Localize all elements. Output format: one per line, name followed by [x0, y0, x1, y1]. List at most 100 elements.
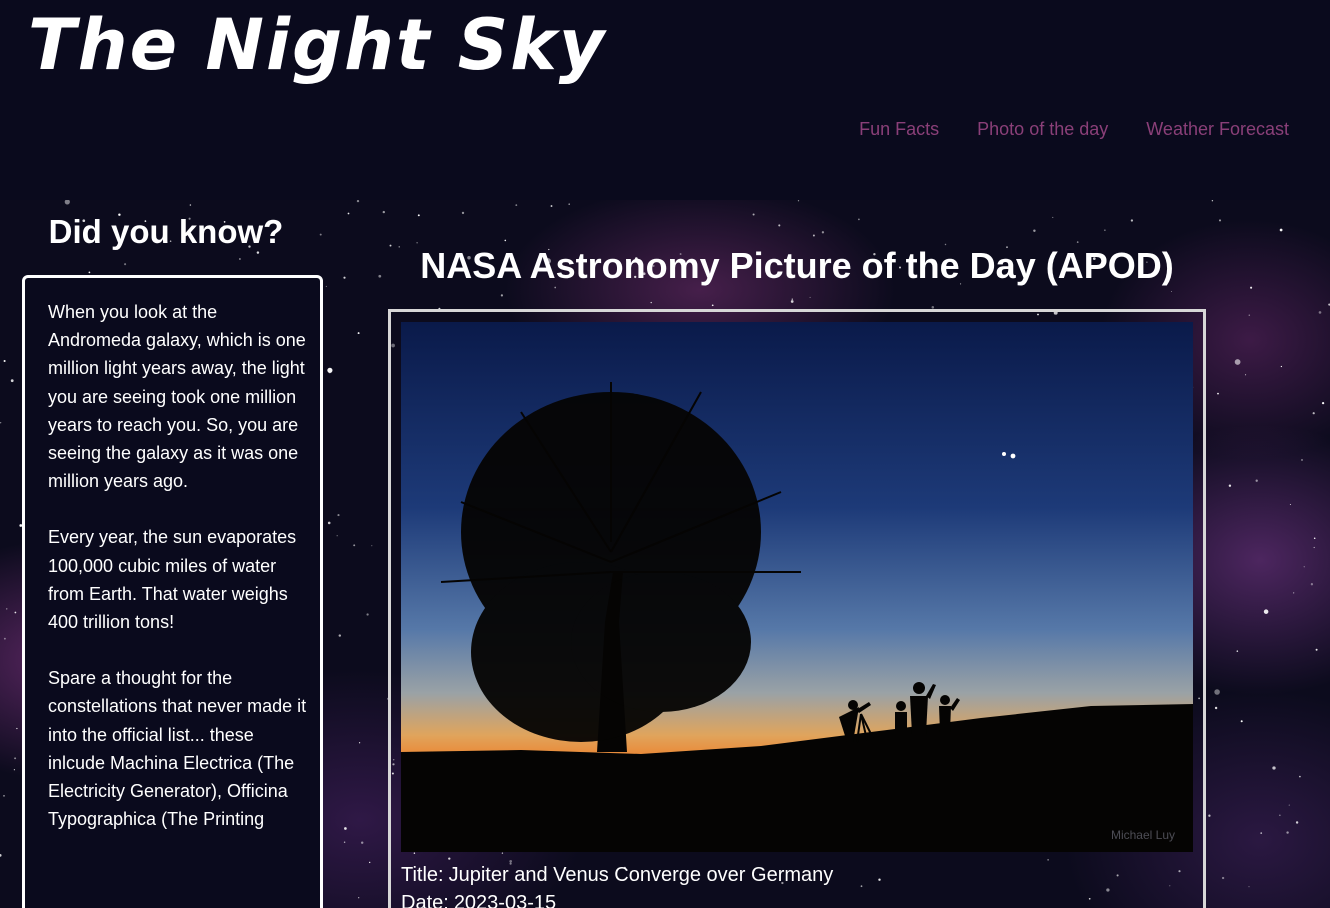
star [16, 727, 18, 730]
star [189, 204, 192, 206]
star [650, 301, 652, 304]
star [344, 827, 347, 830]
star [809, 296, 811, 298]
star [1228, 484, 1232, 487]
star [0, 854, 2, 857]
apod-photo: Michael Luy [401, 322, 1193, 852]
star [1170, 290, 1173, 293]
star [821, 231, 825, 234]
star [366, 613, 369, 616]
star [1303, 566, 1305, 568]
star [515, 204, 518, 206]
star [382, 210, 385, 214]
apod-date-value: 2023-03-15 [453, 892, 557, 908]
star [337, 514, 340, 517]
star [1310, 583, 1314, 586]
star [369, 861, 371, 864]
star [1299, 775, 1301, 778]
star [1279, 814, 1281, 816]
star [13, 769, 16, 771]
star [1076, 241, 1079, 243]
star [336, 535, 338, 537]
star [378, 274, 382, 278]
star [1248, 886, 1250, 888]
star [1288, 804, 1290, 806]
star [1255, 479, 1258, 482]
star [358, 897, 360, 899]
apod-heading: NASA Astronomy Picture of the Day (APOD) [420, 245, 1174, 286]
star [327, 521, 331, 525]
star [1236, 650, 1239, 652]
star [347, 212, 350, 215]
star [358, 742, 361, 744]
apod-date-row: Date: 2023-03-15 [401, 889, 838, 908]
nav-link-fun-facts[interactable]: Fun Facts [859, 119, 939, 140]
star [1318, 311, 1322, 314]
image-credit: Michael Luy [1110, 828, 1175, 842]
star [64, 200, 70, 205]
star [343, 276, 346, 279]
star [1130, 219, 1134, 222]
star [1214, 706, 1218, 710]
facts-panel: When you look at the Andromeda galaxy, w… [22, 275, 323, 908]
star [417, 214, 420, 217]
star [1312, 412, 1315, 415]
star [6, 608, 8, 610]
star [790, 300, 794, 303]
star [1289, 503, 1291, 506]
main-nav: Fun Facts Photo of the day Weather Forec… [859, 119, 1289, 140]
star [14, 757, 17, 760]
star [791, 298, 793, 300]
star [1260, 832, 1263, 834]
star [1272, 766, 1276, 770]
star [1250, 286, 1253, 289]
nav-link-photo-of-the-day[interactable]: Photo of the day [977, 119, 1108, 140]
star [1104, 229, 1106, 231]
star [371, 545, 373, 547]
apod-metadata: Title: Jupiter and Venus Converge over Ge… [401, 861, 838, 908]
star [1313, 546, 1315, 549]
star [325, 285, 327, 287]
star [1052, 216, 1054, 218]
star [778, 224, 781, 227]
star [14, 611, 17, 614]
apod-title-label: Title: [401, 864, 444, 886]
star [1279, 228, 1283, 232]
apod-panel: Michael Luy Title: Jupiter and Venus Conv… [388, 309, 1206, 908]
apod-photo-illustration [401, 322, 1193, 852]
star [1217, 392, 1219, 395]
star [568, 203, 570, 205]
star [0, 422, 2, 424]
apod-date-label: Date: [401, 892, 449, 908]
star [1221, 876, 1225, 880]
star [1313, 537, 1316, 540]
star [1315, 648, 1318, 651]
star [124, 263, 127, 266]
star [1295, 821, 1299, 824]
star [1245, 374, 1247, 376]
star [3, 795, 5, 797]
apod-title-row: Title: Jupiter and Venus Converge over Ge… [401, 861, 838, 889]
nav-link-weather-forecast[interactable]: Weather Forecast [1146, 119, 1289, 140]
star [3, 637, 6, 640]
fact-item: Spare a thought for the constellations t… [48, 668, 307, 830]
star [1234, 359, 1241, 365]
starfield-background: Did you know? When you look at the Andro… [0, 200, 1330, 908]
star [1211, 200, 1214, 202]
star [238, 258, 241, 260]
star [1301, 459, 1303, 461]
star [338, 634, 341, 637]
star [356, 200, 360, 203]
site-header: The Night Sky Fun Facts Photo of the day… [0, 0, 1330, 200]
star [353, 544, 356, 547]
star [812, 234, 815, 237]
star [1286, 831, 1289, 834]
star [711, 304, 714, 307]
star [1280, 365, 1283, 368]
fact-item: When you look at the Andromeda galaxy, w… [48, 302, 306, 492]
star [360, 841, 364, 844]
star [357, 332, 360, 335]
star [461, 211, 465, 215]
facts-heading: Did you know? [48, 213, 284, 250]
apod-title-value: Jupiter and Venus Converge over Germany [448, 864, 834, 886]
